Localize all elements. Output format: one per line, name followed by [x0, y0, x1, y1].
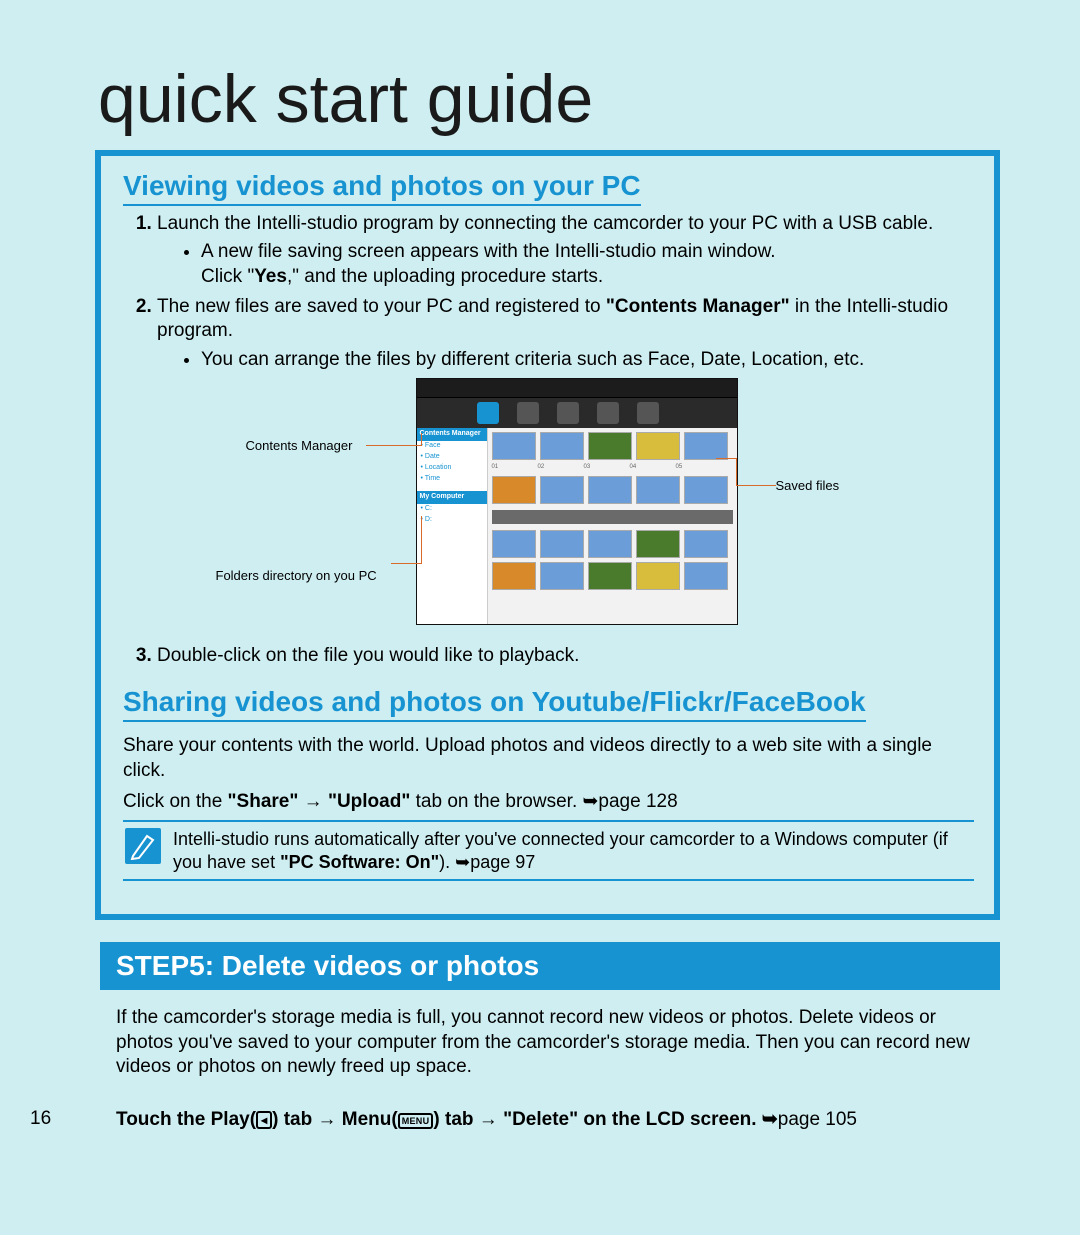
steps-list: Launch the Intelli-studio program by con… — [123, 212, 974, 668]
intelli-studio-figure: Contents Manager • Face• Date• Location•… — [216, 378, 916, 638]
sharing-p2-b2: "Upload" — [328, 791, 410, 812]
callout-folders: Folders directory on you PC — [216, 568, 377, 585]
sharing-p2-post: tab on the browser. ➥page 128 — [410, 791, 677, 812]
note-row: Intelli-studio runs automatically after … — [123, 820, 974, 881]
step2-bold: "Contents Manager" — [606, 296, 790, 317]
sharing-arrow: → — [298, 791, 328, 812]
step1-sub-b-bold: Yes — [254, 266, 287, 287]
page-number: 16 — [30, 1108, 51, 1130]
note-icon — [125, 828, 161, 864]
callout-saved-files: Saved files — [776, 478, 840, 495]
step-2-sub: You can arrange the files by different c… — [201, 348, 974, 372]
step5-touch-instruction: Touch the Play(◂) tab → Menu(MENU) tab →… — [116, 1108, 986, 1131]
main-content-box: Viewing videos and photos on your PC Lau… — [95, 150, 1000, 920]
step-1-text: Launch the Intelli-studio program by con… — [157, 213, 933, 234]
step-1: Launch the Intelli-studio program by con… — [157, 212, 974, 289]
sharing-p2-b1: "Share" — [228, 791, 299, 812]
callout-contents-manager: Contents Manager — [246, 438, 353, 455]
page-title: quick start guide — [98, 60, 593, 138]
touch-mid1: ) tab → Menu( — [272, 1109, 398, 1130]
section-heading-sharing: Sharing videos and photos on Youtube/Fli… — [123, 686, 866, 722]
note-post: ). ➥page 97 — [439, 852, 535, 872]
menu-tab-icon: MENU — [398, 1113, 434, 1129]
sharing-p2-pre: Click on the — [123, 791, 228, 812]
touch-post: page 105 — [778, 1109, 857, 1130]
step-1-sub-a: A new file saving screen appears with th… — [201, 240, 974, 289]
step-2: The new files are saved to your PC and r… — [157, 295, 974, 638]
note-bold: "PC Software: On" — [280, 852, 439, 872]
step5-paragraph: If the camcorder's storage media is full… — [116, 1006, 986, 1080]
app-screenshot: Contents Manager • Face• Date• Location•… — [416, 378, 738, 625]
touch-mid2: ) tab → "Delete" on the LCD screen. ➥ — [433, 1109, 777, 1130]
touch-pre: Touch the Play( — [116, 1109, 256, 1130]
step-3: Double-click on the file you would like … — [157, 644, 974, 668]
step1-sub-b-post: ," and the uploading procedure starts. — [287, 266, 603, 287]
note-text: Intelli-studio runs automatically after … — [173, 828, 972, 873]
step5-bar: STEP5: Delete videos or photos — [100, 942, 1000, 990]
sharing-p2: Click on the "Share" → "Upload" tab on t… — [123, 790, 974, 815]
section-heading-viewing: Viewing videos and photos on your PC — [123, 170, 641, 206]
step2-pre: The new files are saved to your PC and r… — [157, 296, 606, 317]
sharing-p1: Share your contents with the world. Uplo… — [123, 734, 974, 783]
play-tab-icon: ◂ — [256, 1111, 272, 1129]
step1-sub-b-pre: Click " — [201, 266, 254, 287]
step1-sub-a-text: A new file saving screen appears with th… — [201, 241, 776, 262]
